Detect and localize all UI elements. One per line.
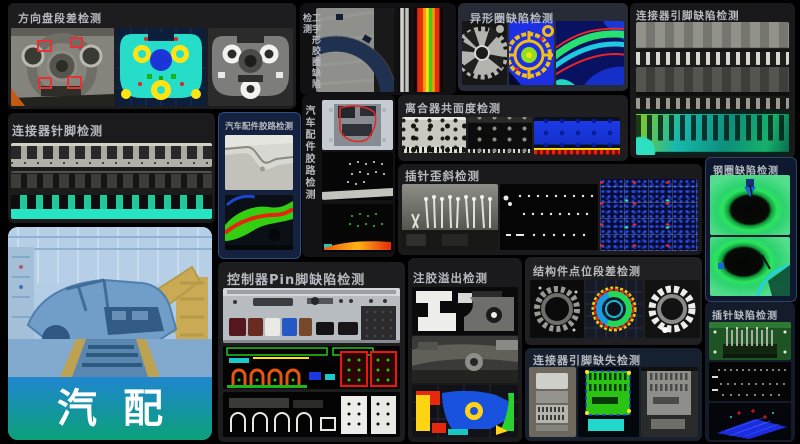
panel-pin-tilt[interactable]: 插针歪斜检测 bbox=[398, 164, 702, 255]
clutch-strip-heatmap-image bbox=[534, 117, 620, 155]
panel-label: 注胶溢出检测 bbox=[413, 270, 488, 286]
inspection-collage: 方向盘段差检测 bbox=[0, 0, 800, 444]
profile-strip-gray-image bbox=[398, 8, 411, 92]
panel-label: 汽车配件胶路检测 bbox=[303, 105, 313, 201]
pin-scatter-map-image bbox=[600, 179, 698, 251]
panel-connector-needle[interactable]: 连接器针脚检测 bbox=[8, 113, 215, 223]
panel-label: 工字形胶圈缺陷检测 bbox=[301, 13, 319, 95]
panel-i-shape-rubber-ring[interactable]: 工字形胶圈缺陷检测 bbox=[300, 3, 456, 95]
panel-controller-pin-defect[interactable]: 控制器Pin脚缺陷检测 bbox=[218, 262, 405, 442]
panel-special-shape-ring[interactable]: 异形圈缺陷检测 bbox=[458, 3, 628, 91]
clutch-strip-binary-image bbox=[468, 117, 532, 153]
connector-strip-gray-image bbox=[636, 67, 789, 109]
panel-label: 连接器引脚缺失检测 bbox=[533, 352, 641, 368]
gear-ring-gray-image bbox=[462, 21, 507, 85]
panel-label: 方向盘段差检测 bbox=[18, 10, 102, 26]
panel-label: 控制器Pin脚缺陷检测 bbox=[227, 269, 365, 288]
ring-height-map-1-image bbox=[710, 175, 790, 235]
glue-dots-map-image bbox=[322, 152, 393, 200]
controller-segmentation-map-image bbox=[223, 346, 400, 389]
panel-label: 钢圈缺陷检测 bbox=[713, 162, 779, 177]
panel-structural-point-step[interactable]: 结构件点位段差检测 bbox=[525, 257, 702, 345]
connector-strip-photo-image bbox=[636, 22, 789, 65]
connector-heatmap-image bbox=[578, 367, 639, 437]
overflow-binary-map-image bbox=[412, 287, 518, 335]
needle-array-heatmap-image bbox=[11, 195, 212, 219]
auto-parts-category-card[interactable]: 汽配 bbox=[8, 227, 212, 440]
ring-height-map-2-image bbox=[710, 237, 790, 296]
panel-glue-path-a[interactable]: 汽车配件胶路检测 bbox=[218, 112, 301, 259]
steering-wheel-height-map-image bbox=[116, 28, 206, 106]
category-band: 汽配 bbox=[8, 377, 212, 440]
part-gray-photo-image bbox=[412, 336, 518, 383]
car-factory-photo bbox=[8, 227, 212, 377]
pcb-pin-photo-image bbox=[709, 322, 791, 360]
pin-tip-dot-map-image bbox=[709, 362, 791, 401]
steering-wheel-gray-map-image bbox=[208, 28, 293, 106]
panel-label: 结构件点位段差检测 bbox=[533, 263, 641, 279]
panel-steel-ring-defect[interactable]: 钢圈缺陷检测 bbox=[705, 157, 797, 302]
rubber-ring-photo-image bbox=[316, 8, 394, 92]
glue-path-heatmap-image bbox=[225, 195, 293, 250]
panel-label: 离合器共面度检测 bbox=[405, 100, 501, 116]
panel-connector-pin-defect[interactable]: 连接器引脚缺陷检测 bbox=[630, 3, 795, 158]
panel-clutch-coplanarity[interactable]: 离合器共面度检测 bbox=[398, 95, 628, 161]
panel-label: 插针歪斜检测 bbox=[405, 168, 480, 184]
panel-connector-pin-missing[interactable]: 连接器引脚缺失检测 bbox=[525, 348, 702, 441]
panel-label: 连接器引脚缺陷检测 bbox=[636, 8, 740, 23]
overflow-heatmap-image bbox=[412, 385, 518, 437]
panel-fine-pin-defect[interactable]: 插针缺陷检测 bbox=[705, 302, 795, 442]
clutch-strip-photo-image bbox=[402, 117, 466, 153]
category-title: 汽配 bbox=[57, 389, 189, 429]
part-photo-with-glue-path-image bbox=[322, 100, 393, 150]
panel-glue-overflow[interactable]: 注胶溢出检测 bbox=[408, 258, 522, 442]
panel-label: 连接器针脚检测 bbox=[12, 122, 103, 139]
glue-dots-heatmap-image bbox=[322, 204, 393, 252]
needle-array-gray-image bbox=[11, 171, 212, 192]
gear-ring-outline-heatmap-image bbox=[509, 21, 554, 85]
pin-row-photo-image bbox=[402, 184, 498, 250]
panel-label: 汽车配件胶路检测 bbox=[225, 120, 293, 132]
ring-gear-binary-image bbox=[645, 280, 700, 338]
panel-label: 异形圈缺陷检测 bbox=[470, 10, 554, 26]
panel-glue-path-b[interactable]: 汽车配件胶路检测 bbox=[302, 95, 395, 257]
ring-gear-gray-image bbox=[530, 280, 584, 338]
steering-wheel-photo-image bbox=[11, 28, 114, 106]
panel-steering-wheel-step[interactable]: 方向盘段差检测 bbox=[8, 3, 296, 109]
ring-gear-heatmap-image bbox=[586, 280, 643, 338]
pin-tip-binary-image bbox=[500, 184, 598, 250]
glue-edge-photo-image bbox=[225, 135, 293, 190]
pin-3d-point-cloud-image bbox=[709, 403, 791, 440]
needle-array-photo-image bbox=[11, 143, 212, 167]
controller-binary-map-image bbox=[223, 392, 400, 437]
connector-gray-image bbox=[641, 367, 698, 437]
panel-label: 插针缺陷检测 bbox=[712, 307, 778, 322]
ring-surface-heatmap-image bbox=[556, 21, 624, 85]
connector-photo-image bbox=[529, 367, 576, 437]
controller-rear-photo-image bbox=[223, 288, 400, 343]
profile-strip-heatmap-image bbox=[414, 8, 443, 92]
connector-strip-heatmap-image bbox=[636, 111, 789, 155]
